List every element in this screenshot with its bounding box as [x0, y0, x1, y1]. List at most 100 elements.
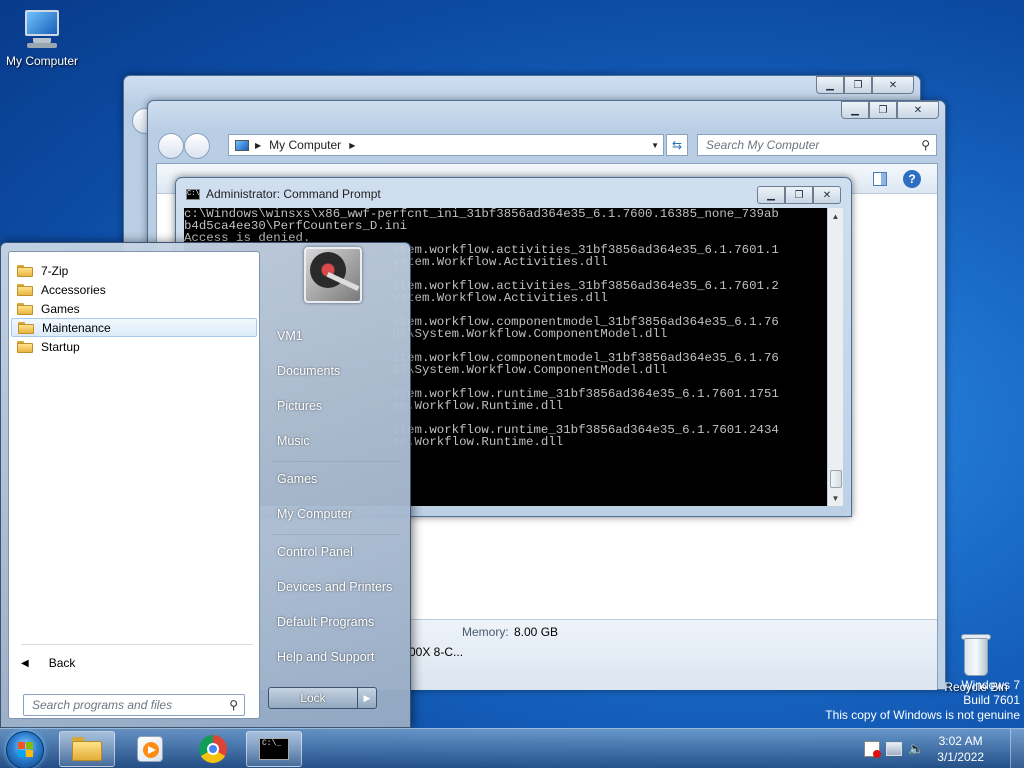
lock-button[interactable]: Lock — [268, 687, 358, 709]
forward-button[interactable] — [184, 133, 210, 159]
show-desktop-button[interactable] — [1010, 729, 1024, 768]
computer-icon — [235, 139, 249, 151]
start-menu: 7-Zip Accessories Games Maintenance Startup … — [0, 242, 411, 728]
minimize-button[interactable]: ▁ — [816, 76, 844, 94]
chrome-icon — [199, 735, 227, 763]
address-bar[interactable]: ▶ My Computer ▶ ▼ — [228, 134, 664, 156]
minimize-button[interactable]: ▁ — [841, 101, 869, 119]
all-programs-panel: 7-Zip Accessories Games Maintenance Startup … — [8, 251, 260, 719]
program-folder-item[interactable]: Games — [11, 299, 257, 318]
genuine-watermark: Windows 7 Build 7601 This copy of Window… — [825, 678, 1020, 723]
start-item-devices[interactable]: Devices and Printers — [277, 580, 392, 594]
start-item-control-panel[interactable]: Control Panel — [277, 545, 353, 559]
start-item-documents[interactable]: Documents — [277, 364, 340, 378]
folder-icon — [17, 302, 33, 315]
search-input[interactable]: Search My Computer ⚲ — [697, 134, 937, 156]
taskbar-media-player-button[interactable] — [122, 731, 178, 767]
close-button[interactable]: ✕ — [897, 101, 939, 119]
cmd-title: Administrator: Command Prompt — [206, 187, 381, 201]
start-menu-right-pane: VM1 Documents Pictures Music Games My Co… — [261, 243, 411, 729]
folder-icon — [72, 737, 102, 761]
program-folder-item[interactable]: Maintenance — [11, 318, 257, 337]
separator — [21, 644, 253, 645]
breadcrumb-separator-icon: ▶ — [349, 140, 356, 150]
program-folder-label: 7-Zip — [41, 263, 69, 278]
start-item-help[interactable]: Help and Support — [277, 650, 374, 664]
cmd-scrollbar[interactable]: ▲ ▼ — [827, 208, 843, 506]
preview-pane-icon[interactable] — [873, 172, 887, 186]
media-player-icon — [137, 736, 163, 762]
separator — [273, 534, 401, 535]
network-icon[interactable] — [886, 742, 902, 756]
start-item-games[interactable]: Games — [277, 472, 317, 486]
breadcrumb-separator-icon: ▶ — [255, 140, 262, 150]
folder-icon — [17, 264, 33, 277]
start-item-default-programs[interactable]: Default Programs — [277, 615, 374, 629]
start-item-pictures[interactable]: Pictures — [277, 399, 322, 413]
program-folder-label: Startup — [41, 339, 80, 354]
help-icon[interactable]: ? — [903, 170, 921, 188]
clock[interactable]: 3:02 AM 3/1/2022 — [937, 733, 984, 765]
scroll-down-icon[interactable]: ▼ — [828, 490, 843, 506]
search-icon: ⚲ — [921, 138, 930, 152]
start-item-computer[interactable]: My Computer — [277, 507, 352, 521]
start-orb[interactable] — [6, 731, 44, 768]
shutdown-options-arrow-icon[interactable]: ▶ — [357, 687, 377, 709]
clock-time: 3:02 AM — [938, 734, 983, 748]
scroll-up-icon[interactable]: ▲ — [828, 208, 843, 224]
start-search-input[interactable]: Search programs and files ⚲ — [23, 694, 245, 716]
close-button[interactable]: ✕ — [813, 186, 841, 204]
back-button[interactable] — [158, 133, 184, 159]
recycle-bin-icon — [958, 632, 994, 678]
windows-logo-icon — [18, 742, 34, 758]
desktop-icon-label: My Computer — [5, 54, 79, 68]
chevron-down-icon[interactable]: ▼ — [651, 141, 659, 150]
cmd-icon: C:\_ — [259, 738, 289, 760]
cmd-title-bar[interactable]: C:\ Administrator: Command Prompt — [186, 187, 381, 201]
back-label: Back — [48, 656, 76, 670]
computer-icon — [19, 10, 65, 50]
watermark-line-2: Build 7601 — [963, 693, 1020, 707]
back-button[interactable]: ◀ Back — [21, 656, 75, 670]
action-center-icon[interactable] — [864, 741, 881, 758]
maximize-button[interactable]: ❐ — [785, 186, 813, 204]
system-tray: 🔈 — [864, 729, 924, 768]
maximize-button[interactable]: ❐ — [869, 101, 897, 119]
separator — [273, 461, 401, 462]
taskbar-cmd-button[interactable]: C:\_ — [246, 731, 302, 767]
volume-icon[interactable]: 🔈 — [908, 741, 924, 757]
taskbar-explorer-button[interactable] — [59, 731, 115, 767]
program-folder-item[interactable]: Accessories — [11, 280, 257, 299]
program-folder-label: Accessories — [41, 282, 106, 297]
user-avatar[interactable] — [304, 247, 362, 303]
scroll-thumb[interactable] — [830, 470, 842, 488]
lock-label: Lock — [300, 691, 326, 705]
folder-icon — [17, 283, 33, 296]
start-search-placeholder: Search programs and files — [32, 698, 173, 712]
cmd-icon: C:\ — [186, 188, 200, 200]
program-folder-item[interactable]: Startup — [11, 337, 257, 356]
breadcrumb-location[interactable]: My Computer — [269, 138, 341, 152]
start-item-music[interactable]: Music — [277, 434, 310, 448]
folder-icon — [17, 340, 33, 353]
program-folder-label: Maintenance — [42, 320, 111, 335]
search-placeholder: Search My Computer — [706, 138, 820, 152]
processor-value: 00X 8-C... — [409, 645, 464, 659]
program-folder-item[interactable]: 7-Zip — [11, 261, 257, 280]
minimize-button[interactable]: ▁ — [757, 186, 785, 204]
search-icon: ⚲ — [229, 698, 238, 712]
memory-label: Memory: — [462, 625, 509, 639]
taskbar-chrome-button[interactable] — [185, 731, 241, 767]
start-item-user[interactable]: VM1 — [277, 329, 303, 343]
taskbar: C:\_ 🔈 3:02 AM 3/1/2022 — [0, 728, 1024, 768]
desktop-icon-my-computer[interactable]: My Computer — [0, 10, 84, 68]
program-folder-label: Games — [41, 301, 80, 316]
watermark-line-1: Windows 7 — [961, 678, 1020, 692]
maximize-button[interactable]: ❐ — [844, 76, 872, 94]
close-button[interactable]: ✕ — [872, 76, 914, 94]
refresh-icon[interactable]: ⇆ — [666, 134, 688, 156]
folder-icon — [18, 321, 34, 334]
memory-value: 8.00 GB — [514, 625, 559, 639]
watermark-line-3: This copy of Windows is not genuine — [825, 708, 1020, 722]
clock-date: 3/1/2022 — [937, 750, 984, 764]
